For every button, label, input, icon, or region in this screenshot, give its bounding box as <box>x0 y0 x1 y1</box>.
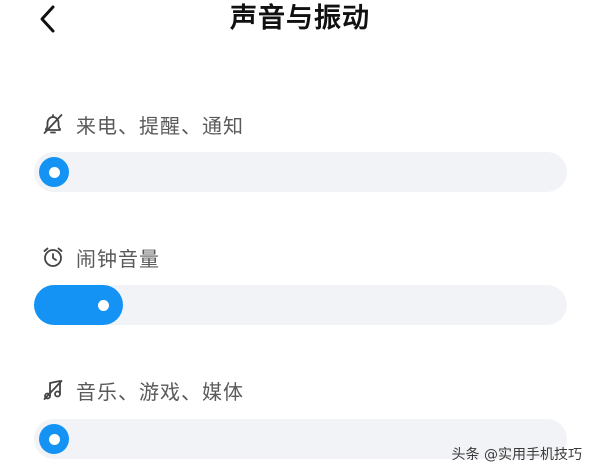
page-title: 声音与振动 <box>230 3 370 34</box>
ring-volume-label: 来电、提醒、通知 <box>40 110 244 138</box>
watermark: 头条 @实用手机技巧 <box>451 447 582 463</box>
music-off-icon <box>40 377 66 403</box>
ring-volume-slider[interactable] <box>34 152 567 192</box>
top-bar: 声音与振动 <box>0 0 600 40</box>
alarm-volume-text: 闹钟音量 <box>76 246 160 271</box>
alarm-clock-icon <box>40 244 66 270</box>
ring-volume-text: 来电、提醒、通知 <box>76 113 244 138</box>
slider-thumb[interactable] <box>39 424 69 454</box>
alarm-volume-slider[interactable] <box>34 285 567 325</box>
media-volume-label: 音乐、游戏、媒体 <box>40 376 244 404</box>
slider-thumb[interactable] <box>88 290 118 320</box>
media-volume-text: 音乐、游戏、媒体 <box>76 379 244 404</box>
bell-off-icon <box>40 111 66 137</box>
slider-thumb[interactable] <box>39 157 69 187</box>
alarm-volume-label: 闹钟音量 <box>40 243 160 271</box>
